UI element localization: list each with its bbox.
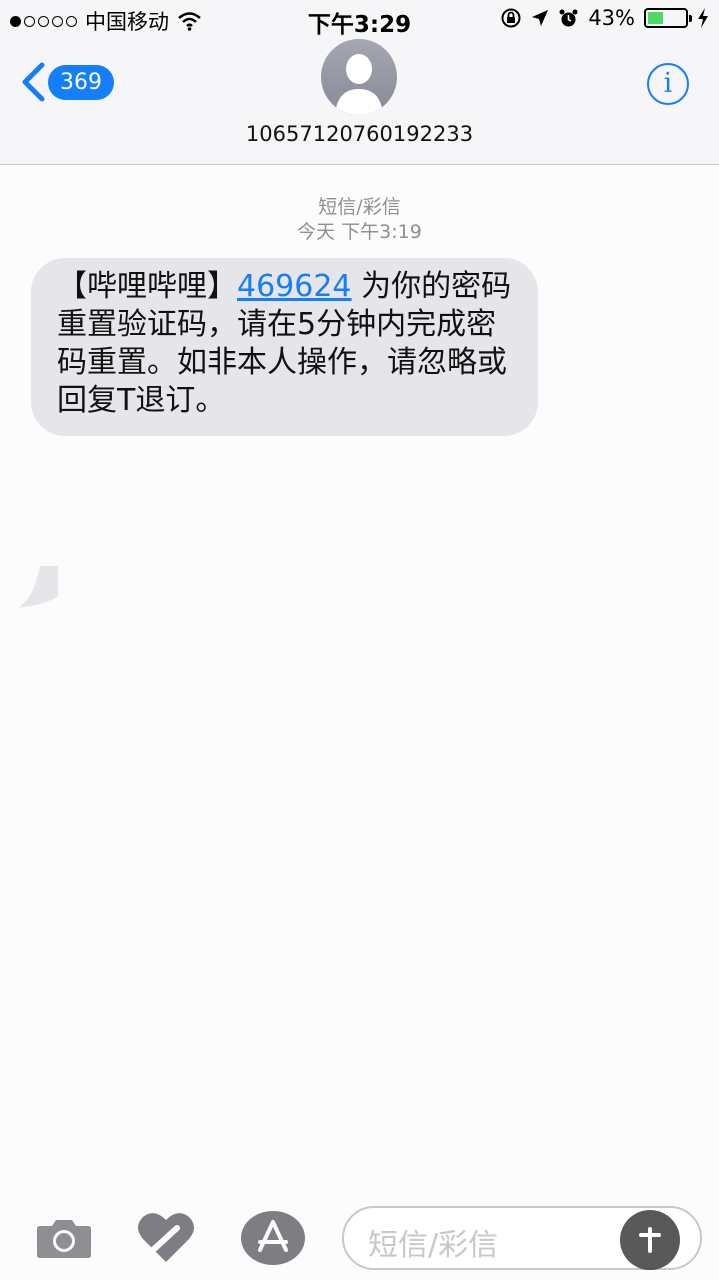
camera-icon[interactable]	[36, 1218, 92, 1258]
carrier-name: 中国移动	[85, 10, 169, 34]
bubble-tail	[18, 566, 58, 608]
compose-toolbar: 短信/彩信	[0, 1186, 719, 1280]
digital-touch-heart-icon[interactable]	[137, 1210, 195, 1266]
message-thread: 短信/彩信 今天 下午3:19 【哔哩哔哩】469624 为你的密码重置验证码，…	[0, 166, 719, 1186]
verification-code-link[interactable]: 469624	[237, 269, 352, 304]
contact-avatar[interactable]	[321, 39, 397, 115]
message-prefix: 【哔哩哔哩】	[57, 269, 237, 304]
battery-level	[648, 12, 664, 24]
message-timestamp: 今天 下午3:19	[297, 221, 422, 243]
battery-icon	[644, 8, 692, 28]
message-type-label: 短信/彩信	[318, 196, 401, 218]
conversation-header: 369 10657120760192233 i	[0, 38, 719, 165]
battery-percentage: 43%	[588, 6, 635, 30]
message-input-placeholder: 短信/彩信	[368, 1228, 499, 1263]
watermark-icon	[620, 1210, 680, 1270]
rotation-lock-icon	[501, 8, 521, 28]
contact-number[interactable]: 10657120760192233	[0, 122, 719, 146]
signal-strength-icon	[10, 15, 77, 27]
back-button[interactable]: 369	[20, 62, 114, 102]
alarm-icon	[559, 9, 578, 26]
incoming-message-bubble[interactable]: 【哔哩哔哩】469624 为你的密码重置验证码，请在5分钟内完成密码重置。如非本…	[31, 258, 538, 436]
charging-icon	[698, 8, 708, 28]
app-store-icon[interactable]	[240, 1210, 306, 1266]
unread-count-badge: 369	[48, 64, 114, 100]
chevron-left-icon	[22, 62, 45, 102]
status-bar: 中国移动 下午3:29 43%	[0, 0, 719, 38]
info-icon[interactable]: i	[647, 63, 689, 105]
wifi-icon	[178, 12, 201, 31]
location-icon	[532, 10, 549, 26]
person-silhouette-icon	[335, 54, 383, 115]
